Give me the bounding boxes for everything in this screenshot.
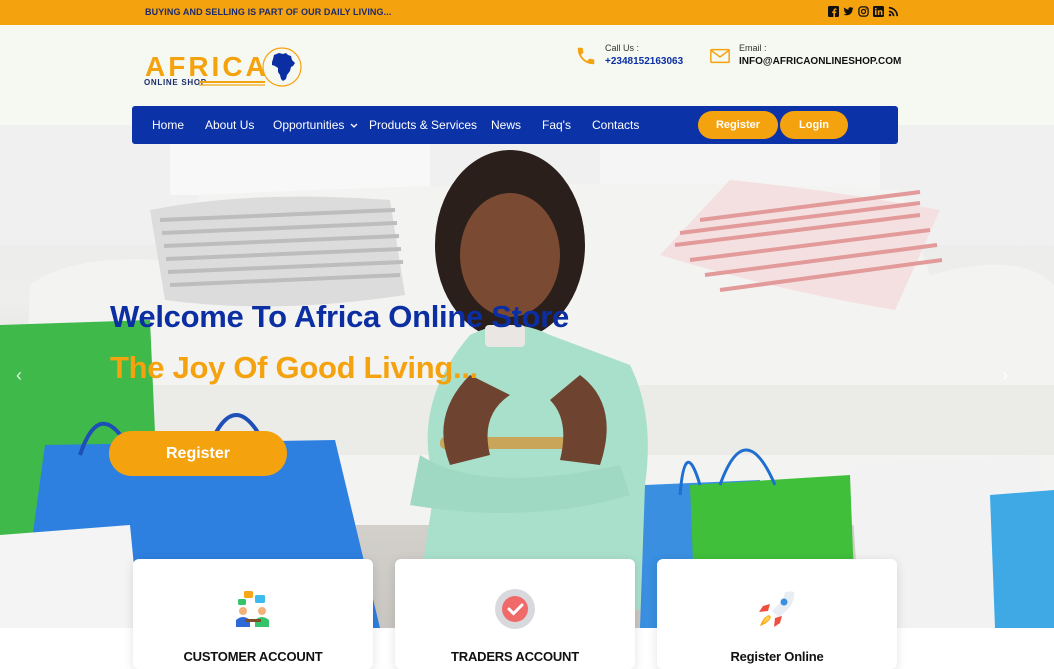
hero-register-button[interactable]: Register <box>109 431 287 476</box>
instagram-icon[interactable] <box>858 6 869 17</box>
rocket-icon <box>759 591 795 627</box>
logo-underline <box>199 81 265 83</box>
checkmark-badge-icon <box>495 589 535 629</box>
main-nav: Home About Us Opportunities Products & S… <box>132 106 898 144</box>
phone-icon <box>577 47 595 65</box>
customer-account-title: CUSTOMER ACCOUNT <box>183 649 323 664</box>
twitter-icon[interactable] <box>843 6 854 17</box>
envelope-icon <box>710 48 730 64</box>
top-bar-tagline: BUYING AND SELLING IS PART OF OUR DAILY … <box>145 7 392 17</box>
traders-account-title: TRADERS ACCOUNT <box>451 649 579 664</box>
nav-opportunities-label: Opportunities <box>273 118 345 132</box>
nav-home[interactable]: Home <box>152 118 184 132</box>
email-block: Email : INFO@AFRICAONLINESHOP.COM <box>709 43 901 67</box>
site-logo[interactable]: AFRICA ONLINE SHOP <box>143 43 303 91</box>
nav-news[interactable]: News <box>491 118 521 132</box>
nav-products-services[interactable]: Products & Services <box>369 118 477 132</box>
slider-next-arrow[interactable]: › <box>1002 365 1008 386</box>
nav-register-button[interactable]: Register <box>698 111 778 139</box>
africa-map-icon <box>262 47 302 87</box>
hero-slider: Welcome To Africa Online Store The Joy O… <box>0 125 1054 628</box>
logo-underline-secondary <box>199 84 265 86</box>
traders-account-card[interactable]: TRADERS ACCOUNT <box>395 559 635 669</box>
hero-subtitle: The Joy Of Good Living... <box>110 350 478 385</box>
top-bar: BUYING AND SELLING IS PART OF OUR DAILY … <box>0 0 1054 25</box>
register-online-title: Register Online <box>730 649 824 664</box>
facebook-icon[interactable] <box>828 6 839 17</box>
nav-faqs[interactable]: Faq's <box>542 118 571 132</box>
call-us-label: Call Us : <box>605 43 640 53</box>
social-links <box>828 6 899 17</box>
phone-number-link[interactable]: +2348152163063 <box>605 56 683 67</box>
hero-title: Welcome To Africa Online Store <box>110 299 569 334</box>
customer-account-card[interactable]: CUSTOMER ACCOUNT <box>133 559 373 669</box>
email-address-link[interactable]: INFO@AFRICAONLINESHOP.COM <box>739 56 901 67</box>
nav-opportunities[interactable]: Opportunities <box>273 118 358 132</box>
pillow-left <box>150 196 405 307</box>
nav-contacts[interactable]: Contacts <box>592 118 639 132</box>
register-online-card[interactable]: Register Online <box>657 559 897 669</box>
logo-subtitle: ONLINE SHOP <box>144 78 207 87</box>
email-label: Email : <box>739 43 767 53</box>
slider-prev-arrow[interactable]: ‹ <box>16 365 22 386</box>
linkedin-icon[interactable] <box>873 6 884 17</box>
nav-about-us[interactable]: About Us <box>205 118 254 132</box>
chat-people-icon <box>236 591 269 627</box>
rss-icon[interactable] <box>888 6 899 17</box>
nav-login-button[interactable]: Login <box>780 111 848 139</box>
chevron-down-icon <box>350 123 358 128</box>
call-us-block: Call Us : +2348152163063 <box>575 43 683 67</box>
